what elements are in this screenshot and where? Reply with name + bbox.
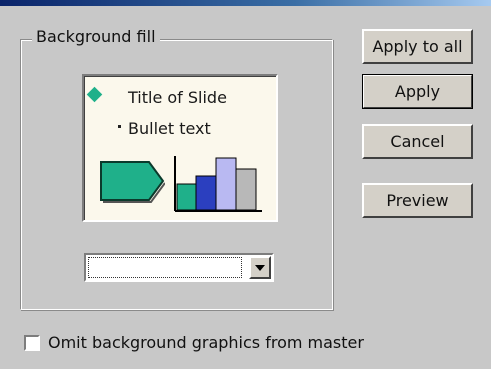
omit-graphics-checkbox[interactable] (24, 335, 40, 351)
bullet-dot-icon (118, 125, 121, 128)
preview-bullet-text: Bullet text (128, 119, 211, 138)
chevron-down-icon (255, 265, 265, 271)
omit-graphics-label[interactable]: Omit background graphics from master (48, 333, 364, 352)
bar-chart-icon (174, 156, 262, 212)
apply-to-all-button[interactable]: Apply to all (362, 29, 473, 64)
fill-dropdown-value[interactable] (88, 257, 242, 278)
pentagon-arrow-icon (100, 161, 165, 203)
title-bar-strip (0, 0, 491, 6)
preview-button[interactable]: Preview (362, 183, 473, 218)
dropdown-button[interactable] (249, 256, 271, 279)
apply-button[interactable]: Apply (362, 74, 473, 109)
fill-dropdown[interactable] (84, 253, 274, 282)
group-title: Background fill (32, 27, 160, 46)
cancel-button[interactable]: Cancel (362, 124, 473, 159)
preview-title-text: Title of Slide (128, 88, 227, 107)
